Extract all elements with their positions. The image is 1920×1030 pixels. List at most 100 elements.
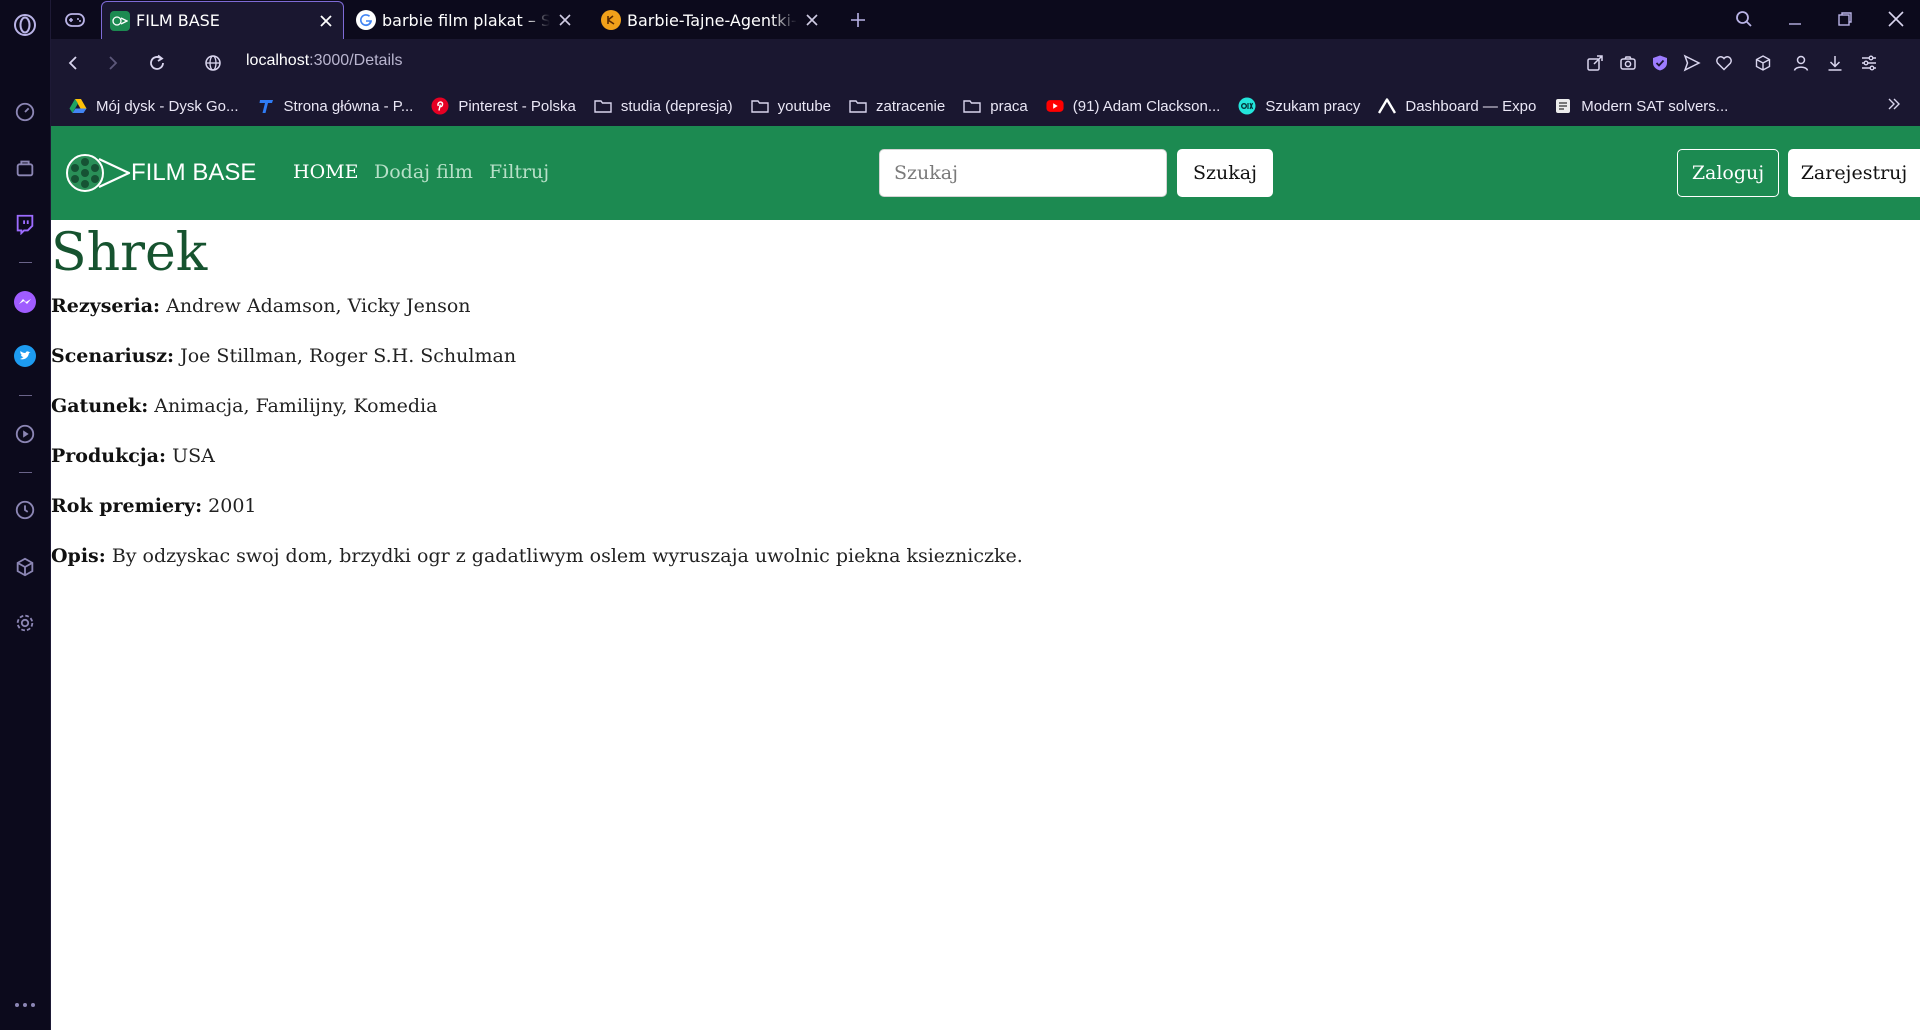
address-bar: localhost:3000/Details [51, 39, 1920, 86]
close-tab-icon[interactable] [556, 13, 574, 27]
easy-setup-sliders-icon[interactable] [1857, 51, 1881, 75]
login-button[interactable]: Zaloguj [1677, 149, 1779, 197]
snapshot-camera-icon[interactable] [1616, 51, 1640, 75]
bookmark-label: praca [990, 97, 1028, 115]
folder-icon [963, 97, 981, 115]
tab-title: Barbie-Tajne-Agentki-Plakat [627, 10, 797, 30]
send-arrow-icon[interactable] [1680, 51, 1704, 75]
site-favicon-icon [601, 10, 621, 30]
twitter-icon[interactable] [12, 343, 38, 369]
tab-google-search[interactable]: barbie film plakat – Szukaj w Google [348, 1, 582, 39]
document-icon [1554, 97, 1572, 115]
tab-title: barbie film plakat – Szukaj w Google [382, 10, 550, 30]
url-text[interactable]: localhost:3000/Details [246, 52, 403, 70]
field-label: Gatunek: [51, 395, 149, 417]
shopping-icon[interactable] [12, 155, 38, 181]
bookmark-folder[interactable]: studia (depresja) [594, 97, 733, 115]
field-value: USA [172, 445, 215, 467]
forward-arrow-icon[interactable] [101, 51, 125, 75]
film-reel-logo-icon [66, 154, 131, 192]
field-value: Andrew Adamson, Vicky Jenson [166, 295, 471, 317]
genre-field: Gatunek: Animacja, Familijny, Komedia [51, 392, 1920, 420]
field-value: Animacja, Familijny, Komedia [154, 395, 438, 417]
tab-film-base[interactable]: FILM BASE [101, 1, 344, 39]
heart-icon[interactable] [1712, 51, 1736, 75]
bookmark-item[interactable]: Mój dysk - Dysk Go... [69, 97, 239, 115]
restore-window-icon[interactable] [1834, 8, 1856, 30]
movie-details: Shrek Rezyseria: Andrew Adamson, Vicky J… [51, 220, 1920, 570]
youtube-icon [1046, 97, 1064, 115]
field-value: 2001 [208, 495, 257, 517]
settings-gear-icon[interactable] [12, 610, 38, 636]
field-label: Opis: [51, 545, 106, 567]
messenger-icon[interactable] [12, 289, 38, 315]
download-icon[interactable] [1823, 51, 1847, 75]
bookmark-item[interactable]: Strona główna - P... [257, 97, 413, 115]
t-logo-icon [257, 97, 275, 115]
bookmark-item[interactable]: Pinterest - Polska [431, 97, 576, 115]
field-label: Rok premiery: [51, 495, 203, 517]
google-icon [356, 10, 376, 30]
bookmark-item[interactable]: Dashboard — Expo [1378, 97, 1536, 115]
bookmark-folder[interactable]: praca [963, 97, 1028, 115]
share-icon[interactable] [1583, 51, 1607, 75]
close-tab-icon[interactable] [803, 13, 821, 27]
field-label: Rezyseria: [51, 295, 161, 317]
field-label: Produkcja: [51, 445, 167, 467]
twitch-icon[interactable] [12, 211, 38, 237]
back-arrow-icon[interactable] [61, 51, 85, 75]
extensions-cube-icon[interactable] [12, 554, 38, 580]
opera-logo-icon[interactable] [12, 12, 38, 38]
director-field: Rezyseria: Andrew Adamson, Vicky Jenson [51, 292, 1920, 320]
search-button[interactable]: Szukaj [1177, 149, 1273, 197]
vpn-shield-icon[interactable] [1648, 51, 1672, 75]
more-bookmarks-chevron-icon[interactable] [1886, 96, 1902, 116]
bookmark-item[interactable]: Szukam pracy [1238, 97, 1360, 115]
tab-barbie-poster[interactable]: Barbie-Tajne-Agentki-Plakat [593, 1, 829, 39]
bookmark-item[interactable]: (91) Adam Clackson... [1046, 97, 1221, 115]
bookmark-folder[interactable]: youtube [750, 97, 832, 115]
close-tab-icon[interactable] [317, 14, 335, 28]
field-label: Scenariusz: [51, 345, 175, 367]
speed-dial-icon[interactable] [12, 99, 38, 125]
more-dots-icon[interactable] [12, 992, 38, 1018]
register-button[interactable]: Zarejestruj [1788, 149, 1920, 197]
bookmark-folder[interactable]: zatracenie [849, 97, 945, 115]
screenplay-field: Scenariusz: Joe Stillman, Roger S.H. Sch… [51, 342, 1920, 370]
bookmark-item[interactable]: Modern SAT solvers... [1554, 97, 1728, 115]
close-window-icon[interactable] [1885, 8, 1907, 30]
url-host: localhost [246, 52, 310, 69]
google-drive-icon [69, 97, 87, 115]
nav-filter-link[interactable]: Filtruj [489, 161, 549, 183]
bookmark-label: youtube [777, 97, 832, 115]
new-tab-plus-icon[interactable] [841, 1, 875, 39]
folder-icon [750, 97, 769, 115]
profile-person-icon[interactable] [1789, 51, 1813, 75]
bookmark-label: Mój dysk - Dysk Go... [96, 97, 239, 115]
reload-icon[interactable] [145, 51, 169, 75]
url-path: :3000/Details [309, 52, 403, 69]
workspace-game-icon[interactable] [57, 1, 93, 39]
minimize-icon[interactable] [1784, 8, 1806, 30]
search-tabs-icon[interactable] [1733, 8, 1755, 30]
brand-link[interactable]: FILM BASE [65, 152, 256, 194]
nav-home-link[interactable]: HOME [293, 161, 358, 183]
bookmark-label: (91) Adam Clackson... [1072, 97, 1221, 115]
nav-add-film-link[interactable]: Dodaj film [374, 161, 473, 183]
olx-icon [1238, 97, 1256, 115]
bookmark-label: Pinterest - Polska [458, 97, 576, 115]
player-icon[interactable] [12, 421, 38, 447]
release-year-field: Rok premiery: 2001 [51, 492, 1920, 520]
film-reel-icon [110, 10, 130, 31]
extensions-cube-icon[interactable] [1751, 51, 1775, 75]
expo-icon [1378, 97, 1397, 115]
tab-strip: FILM BASE barbie film plakat – Szukaj w … [51, 0, 1920, 39]
site-info-globe-icon[interactable] [201, 51, 225, 75]
search-input[interactable] [879, 149, 1167, 197]
bookmark-label: studia (depresja) [620, 97, 733, 115]
history-icon[interactable] [12, 497, 38, 523]
folder-icon [594, 97, 612, 115]
browser-sidebar [0, 0, 51, 1030]
tab-title: FILM BASE [136, 11, 220, 30]
bookmark-label: Szukam pracy [1265, 97, 1361, 115]
